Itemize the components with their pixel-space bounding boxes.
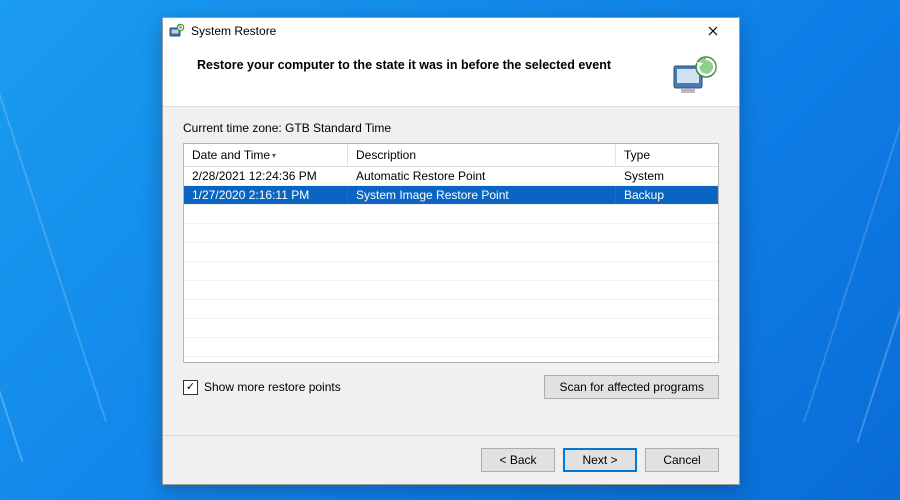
window-title: System Restore <box>191 24 693 38</box>
timezone-label: Current time zone: GTB Standard Time <box>183 121 719 135</box>
cell-date: 1/27/2020 2:16:11 PM <box>184 186 348 204</box>
column-header-type-label: Type <box>624 148 650 162</box>
cell-date: 2/28/2021 12:24:36 PM <box>184 167 348 185</box>
wizard-footer: < Back Next > Cancel <box>163 435 739 484</box>
page-heading: Restore your computer to the state it wa… <box>197 54 671 72</box>
column-header-description[interactable]: Description <box>348 144 616 166</box>
table-header[interactable]: Date and Time▾ Description Type <box>184 144 718 167</box>
cell-type: System <box>616 167 718 185</box>
header-band: Restore your computer to the state it wa… <box>163 44 739 107</box>
cell-description: Automatic Restore Point <box>348 167 616 185</box>
restore-points-table[interactable]: Date and Time▾ Description Type 2/28/202… <box>183 143 719 363</box>
cell-description: System Image Restore Point <box>348 186 616 204</box>
desktop-wallpaper: System Restore Restore your computer to … <box>0 0 900 500</box>
column-header-type[interactable]: Type <box>616 144 718 166</box>
column-header-date-label: Date and Time <box>192 148 270 162</box>
content-area: Current time zone: GTB Standard Time Dat… <box>163 107 739 435</box>
scan-affected-button[interactable]: Scan for affected programs <box>544 375 719 399</box>
cell-type: Backup <box>616 186 718 204</box>
checkbox-icon: ✓ <box>183 380 198 395</box>
table-row[interactable]: 1/27/2020 2:16:11 PM System Image Restor… <box>184 186 718 205</box>
table-body: 2/28/2021 12:24:36 PM Automatic Restore … <box>184 167 718 362</box>
next-button[interactable]: Next > <box>563 448 637 472</box>
system-restore-icon <box>169 23 185 39</box>
table-row[interactable]: 2/28/2021 12:24:36 PM Automatic Restore … <box>184 167 718 186</box>
show-more-checkbox[interactable]: ✓ Show more restore points <box>183 380 341 395</box>
sort-desc-icon: ▾ <box>272 151 276 160</box>
restore-hero-icon <box>671 54 719 98</box>
titlebar[interactable]: System Restore <box>163 18 739 44</box>
system-restore-window: System Restore Restore your computer to … <box>162 17 740 485</box>
cancel-button[interactable]: Cancel <box>645 448 719 472</box>
column-header-desc-label: Description <box>356 148 416 162</box>
close-button[interactable] <box>693 18 733 44</box>
show-more-label: Show more restore points <box>204 380 341 394</box>
column-header-date[interactable]: Date and Time▾ <box>184 144 348 166</box>
back-button[interactable]: < Back <box>481 448 555 472</box>
